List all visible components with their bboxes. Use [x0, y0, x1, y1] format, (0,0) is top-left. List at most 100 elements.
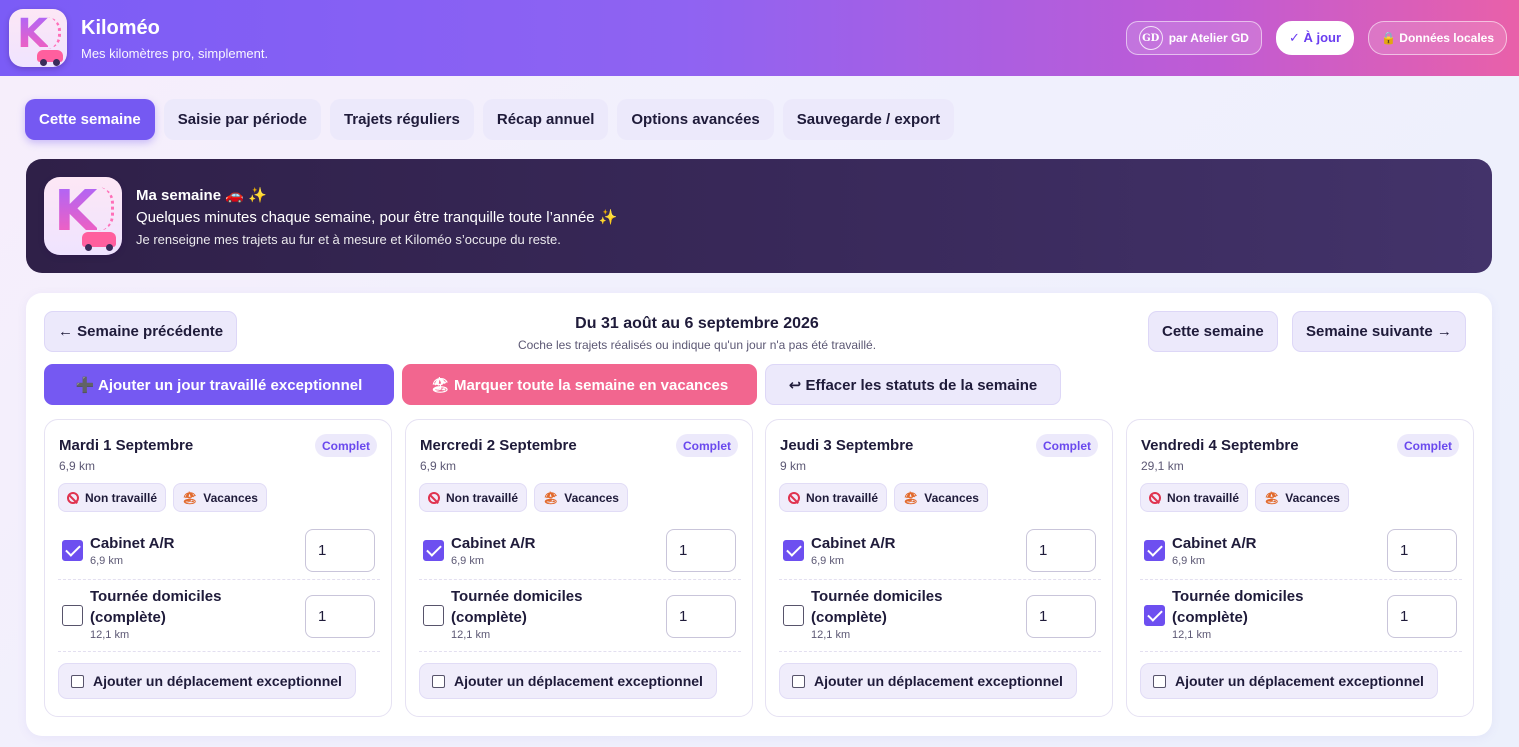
trip-checkbox[interactable]	[783, 605, 804, 626]
trip-row: Cabinet A/R 6,9 km	[779, 524, 1101, 580]
trip-km: 6,9 km	[90, 555, 124, 567]
banner-tagline: Quelques minutes chaque semaine, pour êt…	[136, 208, 618, 226]
header-actions: GD par Atelier GD ✓ À jour 🔒 Données loc…	[1125, 21, 1507, 55]
trip-checkbox[interactable]	[783, 540, 804, 561]
week-banner: K Ma semaine 🚗 ✨ Quelques minutes chaque…	[26, 159, 1492, 273]
previous-week-button[interactable]: ← Semaine précédente	[44, 311, 238, 352]
tab-regular-trips[interactable]: Trajets réguliers	[329, 99, 474, 140]
week-card: ← Semaine précédente Du 31 août au 6 sep…	[26, 293, 1492, 736]
local-data-label: 🔒 Données locales	[1381, 31, 1494, 45]
tab-this-week[interactable]: Cette semaine	[25, 99, 155, 140]
banner-logo-dots	[96, 187, 114, 231]
atelier-gd-label: par Atelier GD	[1168, 31, 1249, 45]
trip-row: Tournée domiciles (complète) 12,1 km	[1140, 580, 1462, 652]
day-status-options: Non travaillé 🏖 Vacances	[419, 483, 628, 512]
vacation-button[interactable]: 🏖 Vacances	[173, 483, 267, 512]
trip-km: 12,1 km	[451, 629, 491, 641]
status-badge: Complet	[315, 434, 377, 457]
add-trip-label: Ajouter un déplacement exceptionnel	[814, 673, 1063, 689]
vacation-button[interactable]: 🏖 Vacances	[534, 483, 628, 512]
trip-row: Tournée domiciles (complète) 12,1 km	[419, 580, 741, 652]
local-data-badge[interactable]: 🔒 Données locales	[1368, 21, 1507, 55]
beach-icon: 🏖	[1264, 490, 1280, 505]
not-worked-button[interactable]: Non travaillé	[58, 483, 167, 512]
tab-advanced-options[interactable]: Options avancées	[617, 99, 774, 140]
add-trip-label: Ajouter un déplacement exceptionnel	[1175, 673, 1424, 689]
trip-km: 6,9 km	[811, 555, 845, 567]
trip-quantity-input[interactable]	[1387, 529, 1457, 572]
vacation-button[interactable]: 🏖 Vacances	[1255, 483, 1349, 512]
prohibited-icon	[428, 491, 440, 504]
add-exceptional-trip-button[interactable]: Ajouter un déplacement exceptionnel	[419, 663, 717, 699]
day-name: Vendredi 4 Septembre	[1141, 437, 1299, 454]
not-worked-label: Non travaillé	[1167, 490, 1240, 505]
trip-name: Cabinet A/R	[451, 535, 536, 552]
not-worked-button[interactable]: Non travaillé	[1140, 483, 1249, 512]
day-total-km: 9 km	[780, 459, 807, 473]
trip-quantity-input[interactable]	[666, 595, 736, 638]
day-status-options: Non travaillé 🏖 Vacances	[58, 483, 267, 512]
tab-annual-recap[interactable]: Récap annuel	[482, 99, 609, 140]
prohibited-icon	[1149, 491, 1161, 504]
update-status-label: ✓ À jour	[1288, 30, 1342, 45]
day-card: Mercredi 2 Septembre 6,9 km Complet Non …	[405, 419, 753, 717]
add-trip-checkbox[interactable]	[1153, 674, 1166, 688]
current-week-button[interactable]: Cette semaine	[1148, 311, 1278, 352]
add-trip-checkbox[interactable]	[792, 674, 805, 688]
update-status-badge[interactable]: ✓ À jour	[1275, 21, 1355, 55]
vacation-label: Vacances	[1285, 490, 1340, 505]
not-worked-button[interactable]: Non travaillé	[779, 483, 888, 512]
vacation-button[interactable]: 🏖 Vacances	[894, 483, 988, 512]
trip-quantity-input[interactable]	[1026, 595, 1096, 638]
day-total-km: 29,1 km	[1141, 459, 1184, 473]
add-exceptional-trip-button[interactable]: Ajouter un déplacement exceptionnel	[58, 663, 356, 699]
banner-text: Ma semaine 🚗 ✨ Quelques minutes chaque s…	[136, 186, 617, 247]
not-worked-label: Non travaillé	[85, 490, 158, 505]
add-trip-label: Ajouter un déplacement exceptionnel	[454, 673, 703, 689]
trip-row: Tournée domiciles (complète) 12,1 km	[58, 580, 380, 652]
add-exceptional-trip-button[interactable]: Ajouter un déplacement exceptionnel	[1140, 663, 1438, 699]
trip-quantity-input[interactable]	[305, 595, 375, 638]
beach-icon: 🏖	[182, 490, 198, 505]
app-title: Kiloméo	[81, 16, 160, 39]
trip-name: Tournée domiciles (complète)	[90, 588, 222, 626]
trip-row: Cabinet A/R 6,9 km	[1140, 524, 1462, 580]
not-worked-button[interactable]: Non travaillé	[419, 483, 528, 512]
day-status-options: Non travaillé 🏖 Vacances	[779, 483, 988, 512]
trip-quantity-input[interactable]	[666, 529, 736, 572]
status-badge: Complet	[1397, 434, 1459, 457]
trip-row: Tournée domiciles (complète) 12,1 km	[779, 580, 1101, 652]
trip-checkbox[interactable]	[1144, 540, 1165, 561]
day-card: Vendredi 4 Septembre 29,1 km Complet Non…	[1126, 419, 1474, 717]
day-status-options: Non travaillé 🏖 Vacances	[1140, 483, 1349, 512]
logo-dots	[47, 17, 61, 49]
trip-name: Cabinet A/R	[811, 535, 896, 552]
clear-week-status-button[interactable]: ↩ Effacer les statuts de la semaine	[765, 364, 1061, 405]
trip-checkbox[interactable]	[62, 605, 83, 626]
trip-quantity-input[interactable]	[1026, 529, 1096, 572]
tab-backup-export[interactable]: Sauvegarde / export	[782, 99, 955, 140]
add-trip-checkbox[interactable]	[71, 674, 84, 688]
trip-checkbox[interactable]	[1144, 605, 1165, 626]
trip-km: 6,9 km	[1172, 555, 1206, 567]
next-week-button[interactable]: Semaine suivante →	[1292, 311, 1466, 352]
atelier-gd-link[interactable]: GD par Atelier GD	[1125, 21, 1262, 55]
status-badge: Complet	[676, 434, 738, 457]
add-exceptional-day-button[interactable]: ➕ Ajouter un jour travaillé exceptionnel	[44, 364, 394, 405]
trip-checkbox[interactable]	[423, 605, 444, 626]
day-card: Mardi 1 Septembre 6,9 km Complet Non tra…	[44, 419, 392, 717]
day-name: Jeudi 3 Septembre	[780, 437, 914, 454]
banner-car-icon	[82, 232, 116, 251]
add-exceptional-trip-button[interactable]: Ajouter un déplacement exceptionnel	[779, 663, 1077, 699]
vacation-label: Vacances	[203, 490, 258, 505]
app-subtitle: Mes kilomètres pro, simplement.	[81, 45, 269, 61]
day-card: Jeudi 3 Septembre 9 km Complet Non trava…	[765, 419, 1113, 717]
trip-checkbox[interactable]	[423, 540, 444, 561]
trip-checkbox[interactable]	[62, 540, 83, 561]
tab-period-entry[interactable]: Saisie par période	[163, 99, 321, 140]
add-trip-label: Ajouter un déplacement exceptionnel	[93, 673, 342, 689]
add-trip-checkbox[interactable]	[432, 674, 445, 688]
trip-quantity-input[interactable]	[1387, 595, 1457, 638]
trip-quantity-input[interactable]	[305, 529, 375, 572]
mark-week-vacation-button[interactable]: 🏖 Marquer toute la semaine en vacances	[402, 364, 757, 405]
